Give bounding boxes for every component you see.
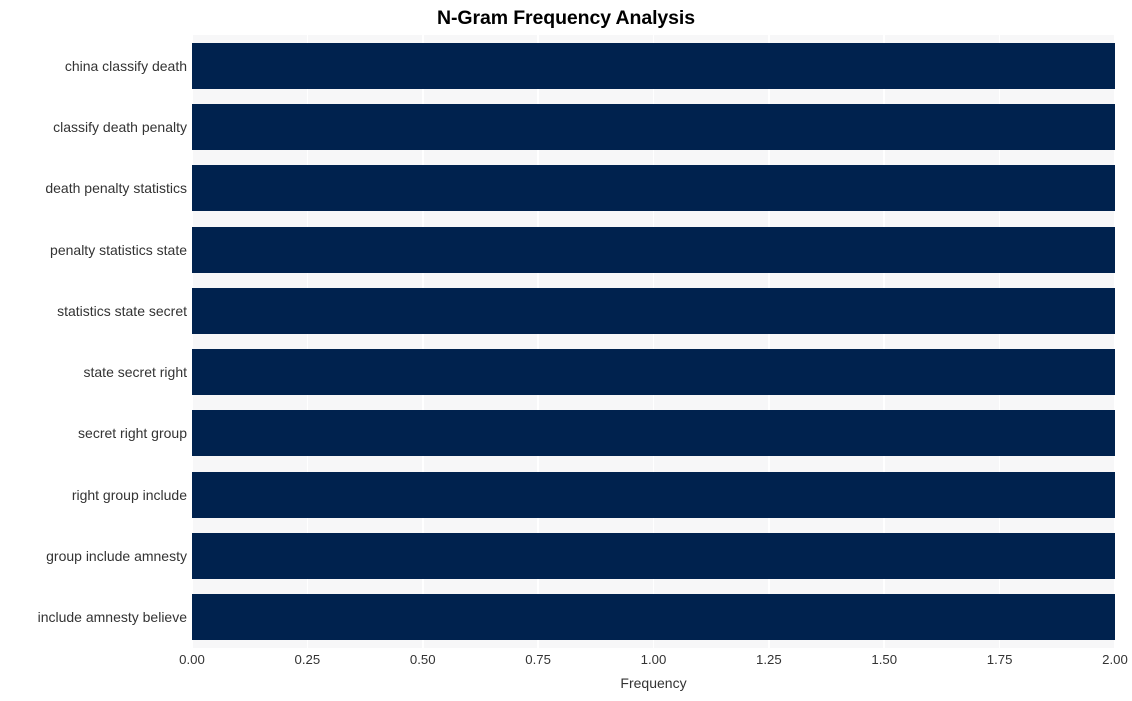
x-tick-label: 0.25: [294, 652, 321, 667]
y-tick-label: penalty statistics state: [50, 241, 187, 258]
bar: [192, 349, 1115, 396]
plot-area: [191, 35, 1116, 648]
y-tick-label: right group include: [71, 486, 187, 503]
x-axis-tick-labels: 0.00 0.25 0.50 0.75 1.00 1.25 1.50 1.75 2.00: [179, 652, 1128, 672]
bar: [192, 410, 1115, 457]
bar: [192, 103, 1115, 150]
y-tick-label: include amnesty believe: [37, 609, 187, 626]
y-tick-label: china classify death: [64, 57, 187, 74]
y-tick-label: group include amnesty: [46, 548, 187, 565]
bar: [192, 471, 1115, 518]
y-tick-label: state secret right: [83, 364, 188, 381]
x-tick-label: 1.50: [871, 652, 898, 667]
x-tick-label: 0.75: [525, 652, 551, 667]
x-tick-label: 0.50: [409, 652, 436, 667]
x-tick-label: 1.25: [756, 652, 782, 667]
bar: [192, 165, 1115, 212]
bar: [192, 287, 1115, 334]
bar-series: [192, 35, 1115, 648]
bar: [192, 533, 1115, 580]
y-tick-label: classify death penalty: [53, 118, 187, 135]
bar: [192, 42, 1115, 89]
x-tick-label: 0.00: [179, 652, 205, 667]
y-tick-label: death penalty statistics: [45, 180, 187, 197]
chart-title: N-Gram Frequency Analysis: [437, 7, 695, 29]
bar: [192, 594, 1115, 641]
chart-figure: N-Gram Frequency Analysis china classify…: [0, 0, 1132, 701]
y-tick-label: secret right group: [78, 425, 187, 442]
y-tick-label: statistics state secret: [57, 302, 187, 319]
x-tick-label: 1.00: [640, 652, 667, 667]
y-axis-tick-labels: china classify death classify death penal…: [0, 35, 187, 648]
x-tick-label: 1.75: [986, 652, 1013, 667]
bar: [192, 226, 1115, 273]
x-tick-label: 2.00: [1102, 652, 1128, 667]
x-axis-title: Frequency: [620, 675, 687, 691]
